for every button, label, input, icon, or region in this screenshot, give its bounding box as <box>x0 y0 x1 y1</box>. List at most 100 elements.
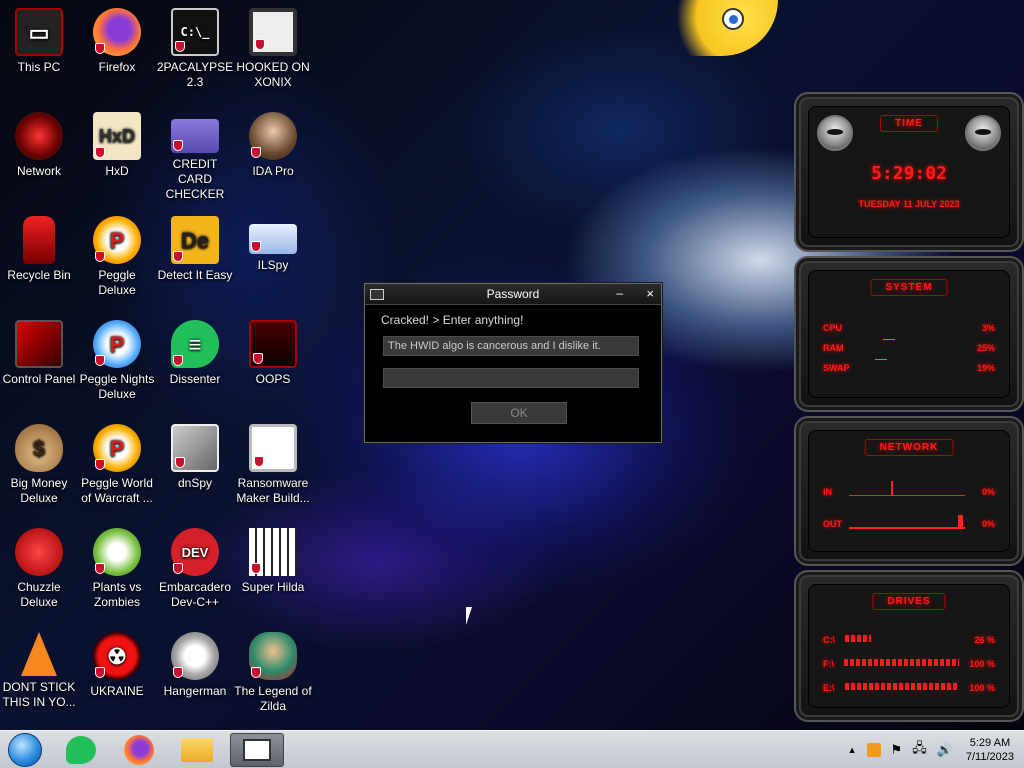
icon-label: CREDIT CARD CHECKER <box>165 157 225 201</box>
desktop-icon-ilspy[interactable]: ILSpy <box>234 210 312 273</box>
shield-badge-icon <box>95 563 105 574</box>
ransomware-window-icon <box>249 424 297 472</box>
desktop-icon-pvz[interactable]: Plants vs Zombies <box>78 522 156 610</box>
dissenter-icon <box>66 736 96 764</box>
shield-badge-icon <box>173 355 183 366</box>
dissenter-icon: ≡ <box>171 320 219 368</box>
time-widget-panel: TIME 5:29:02 TUESDAY 11 JULY 2023 <box>808 106 1010 238</box>
icon-label: Control Panel <box>2 372 76 386</box>
time-clock-display: 5:29:02 <box>871 163 947 184</box>
shield-badge-icon <box>95 251 105 262</box>
metric-label: SWAP <box>823 363 850 373</box>
dnspy-icon <box>171 424 219 472</box>
credit-card-icon <box>171 119 219 153</box>
metric-label: RAM <box>823 343 844 353</box>
close-button[interactable]: × <box>646 286 654 301</box>
network-out-graph <box>849 527 965 529</box>
desktop-icon-big-money[interactable]: $ Big Money Deluxe <box>0 418 78 506</box>
password-input[interactable] <box>383 368 639 388</box>
icon-label: Peggle Deluxe <box>98 268 136 297</box>
desktop-icon-credit-card-checker[interactable]: CREDIT CARD CHECKER <box>156 106 234 202</box>
desktop-icon-ida-pro[interactable]: IDA Pro <box>234 106 312 179</box>
tray-app-icon[interactable] <box>866 743 881 757</box>
action-center-flag-icon[interactable]: ⚑ <box>891 742 903 758</box>
desktop-icon-firefox[interactable]: Firefox <box>78 2 156 75</box>
metric-label: IN <box>823 487 832 497</box>
time-widget: TIME 5:29:02 TUESDAY 11 JULY 2023 <box>794 92 1024 252</box>
taskbar-dissenter[interactable] <box>64 733 98 767</box>
shield-badge-icon <box>255 39 265 50</box>
desktop-icon-super-hilda[interactable]: Super Hilda <box>234 522 312 595</box>
shield-badge-icon <box>251 563 261 574</box>
network-out-spike <box>958 515 963 529</box>
desktop-icon-control-panel[interactable]: Control Panel <box>0 314 78 387</box>
desktop-icon-network[interactable]: Network <box>0 106 78 179</box>
password-dialog: Password – × Cracked! > Enter anything! … <box>364 283 662 443</box>
icon-label: Peggle Nights Deluxe <box>79 372 155 401</box>
desktop-icon-hxd[interactable]: HxD HxD <box>78 106 156 179</box>
dialog-message: Cracked! > Enter anything! <box>381 313 524 327</box>
network-status-icon[interactable]: 🖧 <box>912 739 927 761</box>
shield-badge-icon <box>173 140 183 151</box>
dialog-titlebar[interactable]: Password – × <box>365 284 661 305</box>
desktop-icon-ukraine[interactable]: ☢ UKRAINE <box>78 626 156 699</box>
desktop-icon-hooked-on-xonix[interactable]: HOOKED ON XONIX <box>234 2 312 90</box>
metric-value: 0% <box>981 519 995 529</box>
icon-label: ILSpy <box>257 258 289 272</box>
desktop-icon-dnspy[interactable]: dnSpy <box>156 418 234 491</box>
ilspy-icon <box>249 224 297 254</box>
peggle-wow-icon: P <box>93 424 141 472</box>
desktop-icon-dev-cpp[interactable]: DEV Embarcadero Dev-C++ <box>156 522 234 610</box>
desktop-icon-dont-stick[interactable]: DONT STICK THIS IN YO... <box>0 626 78 710</box>
volume-icon[interactable]: 🔊 <box>937 742 953 758</box>
tray-chevron-icon[interactable]: ▲ <box>848 745 857 755</box>
clock-time: 5:29 AM <box>969 737 1011 749</box>
detect-it-easy-icon: De <box>171 216 219 264</box>
icon-label: Hangerman <box>163 684 227 698</box>
shield-badge-icon <box>173 251 183 262</box>
desktop-icon-dissenter[interactable]: ≡ Dissenter <box>156 314 234 387</box>
desktop-icon-peggle-nights[interactable]: P Peggle Nights Deluxe <box>78 314 156 402</box>
app-window-icon <box>243 739 271 761</box>
desktop-icon-oops[interactable]: OOPS <box>234 314 312 387</box>
shield-badge-icon <box>175 457 185 468</box>
taskbar-file-explorer[interactable] <box>180 733 214 767</box>
shield-badge-icon <box>251 241 261 252</box>
minimize-button[interactable]: – <box>616 286 623 300</box>
recycle-bin-icon <box>23 216 55 264</box>
network-widget-panel: NETWORK IN 0% OUT 0% <box>808 430 1010 552</box>
shield-badge-icon <box>251 667 261 678</box>
widget-header-network: NETWORK <box>864 439 954 456</box>
metric-label: OUT <box>823 519 842 529</box>
start-button[interactable] <box>8 733 42 767</box>
drives-widget: DRIVES C:\ 26 % F:\ 100 % E:\ 100 % <box>794 570 1024 722</box>
icon-label: Peggle World of Warcraft ... <box>81 476 153 505</box>
desktop-icon-peggle-deluxe[interactable]: P Peggle Deluxe <box>78 210 156 298</box>
desktop-icon-detect-it-easy[interactable]: De Detect It Easy <box>156 210 234 283</box>
taskbar-firefox[interactable] <box>122 733 156 767</box>
desktop-icon-recycle-bin[interactable]: Recycle Bin <box>0 210 78 283</box>
icon-label: Dissenter <box>169 372 221 386</box>
drive-usage-bar <box>844 659 960 666</box>
desktop-icon-ransomware-maker[interactable]: Ransomware Maker Build... <box>234 418 312 506</box>
desktop-icon-peggle-wow[interactable]: P Peggle World of Warcraft ... <box>78 418 156 506</box>
hwid-text-field[interactable]: The HWID algo is cancerous and I dislike… <box>383 336 639 356</box>
desktop-icon-this-pc[interactable]: ▭ This PC <box>0 2 78 75</box>
icon-label: IDA Pro <box>252 164 294 178</box>
desktop-icon-legend-of-zilda[interactable]: The Legend of Zilda <box>234 626 312 714</box>
icon-label: 2PACALYPSE 2.3 <box>156 60 234 89</box>
drive-label: C:\ <box>823 635 835 645</box>
desktop-icon-hangerman[interactable]: Hangerman <box>156 626 234 699</box>
network-icon <box>15 112 63 160</box>
desktop-icon-chuzzle[interactable]: Chuzzle Deluxe <box>0 522 78 610</box>
taskbar-clock[interactable]: 5:29 AM 7/11/2023 <box>966 736 1014 764</box>
metric-value: 0% <box>981 487 995 497</box>
metric-value: 19% <box>976 363 995 373</box>
system-row-ram: RAM 25% <box>823 343 995 353</box>
ok-button[interactable]: OK <box>471 402 567 424</box>
taskbar-password-app[interactable] <box>230 733 284 767</box>
shield-badge-icon <box>95 355 105 366</box>
shield-badge-icon <box>95 667 105 678</box>
desktop-icon-2pacalypse[interactable]: C:\_ 2PACALYPSE 2.3 <box>156 2 234 90</box>
widget-header-system: SYSTEM <box>870 279 948 296</box>
